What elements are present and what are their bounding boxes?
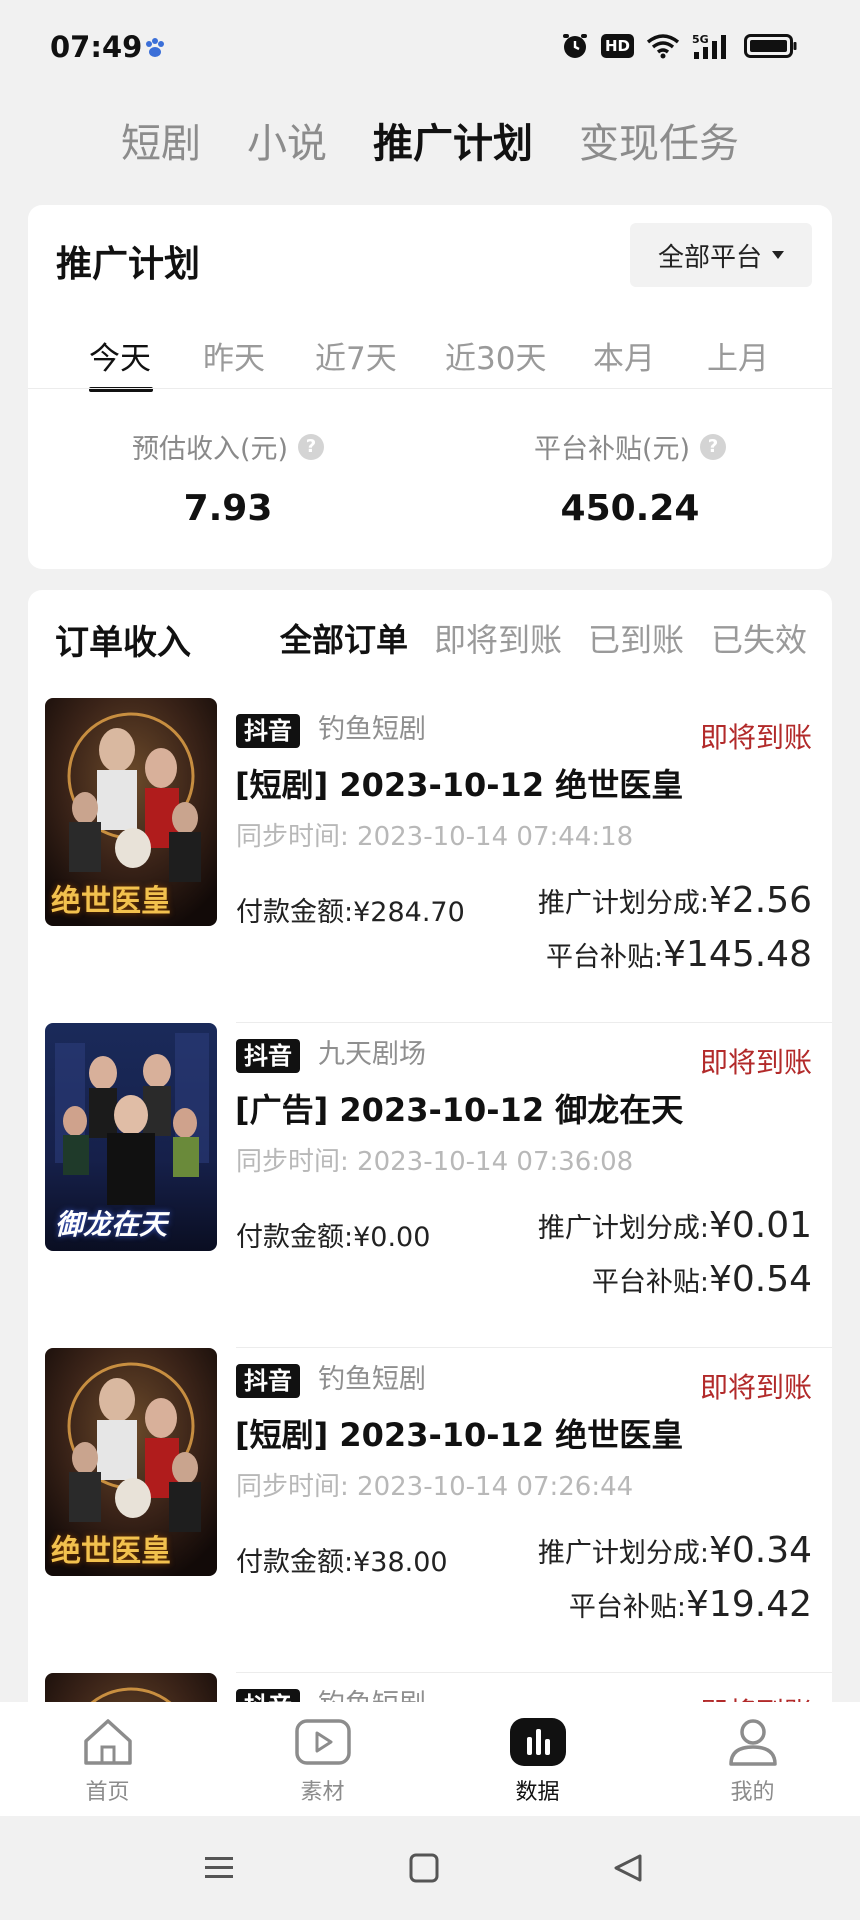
sync-time: 同步时间: 2023-10-14 07:36:08 bbox=[236, 1147, 634, 1177]
filter-tab-received[interactable]: 已到账 bbox=[588, 615, 684, 661]
poster-title: 绝世医皇 bbox=[51, 884, 171, 919]
plan-share: 推广计划分成:¥2.56 bbox=[537, 880, 812, 921]
sync-time: 同步时间: 2023-10-14 07:44:18 bbox=[236, 822, 634, 852]
play-icon bbox=[294, 1716, 352, 1768]
date-tab-7days[interactable]: 近7天 bbox=[315, 333, 397, 378]
filter-tab-pending[interactable]: 即将到账 bbox=[434, 615, 562, 661]
platform-subsidy: 平台补贴:¥0.54 bbox=[591, 1259, 812, 1300]
bottom-nav: 首页 素材 数据 我的 bbox=[0, 1702, 860, 1816]
platform-badge: 抖音 bbox=[236, 1364, 300, 1398]
pay-amount: 付款金额:¥0.00 bbox=[236, 1222, 431, 1253]
status-time: 07:49 bbox=[50, 30, 143, 64]
platform-subsidy-label: 平台补贴(元) bbox=[533, 434, 691, 465]
tab-monetize-task[interactable]: 变现任务 bbox=[579, 111, 739, 169]
order-title: [短剧] 2023-10-12 绝世医皇 bbox=[235, 1416, 684, 1454]
caret-down-icon bbox=[772, 251, 784, 259]
nav-home[interactable]: 首页 bbox=[0, 1702, 215, 1816]
nav-label: 素材 bbox=[300, 1780, 345, 1805]
date-tab-yesterday[interactable]: 昨天 bbox=[203, 333, 265, 378]
estimated-income-metric: 预估收入(元) ? 7.93 bbox=[68, 427, 388, 529]
order-item[interactable]: 绝世医皇 抖音 钓鱼短剧 即将到账 [短剧] 2023-10-12 绝世医皇 同… bbox=[28, 1348, 832, 1673]
nav-material[interactable]: 素材 bbox=[215, 1702, 430, 1816]
filter-tab-all[interactable]: 全部订单 bbox=[280, 615, 408, 661]
nav-label: 数据 bbox=[515, 1780, 560, 1805]
tab-novel[interactable]: 小说 bbox=[247, 111, 327, 169]
nav-label: 首页 bbox=[85, 1780, 130, 1805]
system-nav bbox=[0, 1816, 860, 1920]
platform-subsidy: 平台补贴:¥19.42 bbox=[568, 1584, 812, 1625]
plan-card-title: 推广计划 bbox=[56, 244, 201, 285]
home-icon bbox=[79, 1716, 137, 1768]
estimated-income-label: 预估收入(元) bbox=[131, 434, 289, 465]
date-tab-today[interactable]: 今天 bbox=[89, 333, 151, 378]
5g-signal-icon: 5G bbox=[692, 33, 726, 59]
orders-card: 订单收入 全部订单 即将到账 已到账 已失效 绝世医皇 抖音 钓鱼短剧 即将到账… bbox=[28, 590, 832, 1790]
help-icon[interactable]: ? bbox=[700, 433, 727, 460]
order-item[interactable]: 御龙在天 抖音 九天剧场 即将到账 [广告] 2023-10-12 御龙在天 同… bbox=[28, 1023, 832, 1348]
platform-subsidy-metric: 平台补贴(元) ? 450.24 bbox=[470, 427, 790, 529]
nav-mine[interactable]: 我的 bbox=[645, 1702, 860, 1816]
poster-title: 绝世医皇 bbox=[51, 1534, 171, 1569]
source-name: 钓鱼短剧 bbox=[318, 714, 426, 745]
source-name: 钓鱼短剧 bbox=[318, 1364, 426, 1395]
platform-select[interactable]: 全部平台 bbox=[630, 223, 812, 287]
order-title: [短剧] 2023-10-12 绝世医皇 bbox=[235, 766, 684, 804]
pay-amount: 付款金额:¥38.00 bbox=[236, 1547, 448, 1578]
order-item[interactable]: 绝世医皇 抖音 钓鱼短剧 即将到账 [短剧] 2023-10-12 绝世医皇 同… bbox=[28, 698, 832, 1023]
nav-data[interactable]: 数据 bbox=[430, 1702, 645, 1816]
sync-time: 同步时间: 2023-10-14 07:26:44 bbox=[236, 1472, 634, 1502]
tab-promotion-plan[interactable]: 推广计划 bbox=[373, 111, 533, 169]
status-icons: HD 5G bbox=[561, 32, 798, 60]
battery-icon bbox=[744, 34, 797, 58]
date-tab-last-month[interactable]: 上月 bbox=[707, 333, 769, 378]
paw-icon bbox=[146, 38, 164, 57]
menu-icon[interactable] bbox=[203, 1852, 235, 1884]
date-tab-this-month[interactable]: 本月 bbox=[593, 333, 655, 378]
hd-icon: HD bbox=[600, 34, 634, 58]
back-icon[interactable] bbox=[612, 1852, 644, 1884]
divider bbox=[28, 388, 832, 389]
svg-text:5G: 5G bbox=[692, 33, 709, 46]
user-icon bbox=[724, 1716, 782, 1768]
filter-tab-expired[interactable]: 已失效 bbox=[711, 615, 807, 661]
home-square-icon[interactable] bbox=[408, 1852, 440, 1884]
plan-card: 推广计划 全部平台 今天 昨天 近7天 近30天 本月 上月 预估收入(元) ?… bbox=[28, 205, 832, 569]
plan-share: 推广计划分成:¥0.01 bbox=[537, 1205, 812, 1246]
order-status: 即将到账 bbox=[699, 1046, 812, 1079]
wifi-icon bbox=[646, 34, 680, 59]
nav-label: 我的 bbox=[730, 1780, 775, 1805]
drama-poster[interactable]: 绝世医皇 bbox=[45, 698, 217, 926]
estimated-income-value: 7.93 bbox=[183, 488, 273, 529]
platform-badge: 抖音 bbox=[236, 714, 300, 748]
alarm-icon bbox=[562, 34, 587, 58]
plan-share: 推广计划分成:¥0.34 bbox=[537, 1530, 812, 1571]
platform-subsidy-value: 450.24 bbox=[560, 488, 700, 529]
order-status: 即将到账 bbox=[699, 721, 812, 754]
drama-poster[interactable]: 御龙在天 bbox=[45, 1023, 217, 1251]
order-status: 即将到账 bbox=[699, 1371, 812, 1404]
poster-title: 御龙在天 bbox=[55, 1208, 168, 1241]
date-tabs: 今天 昨天 近7天 近30天 本月 上月 bbox=[28, 325, 832, 397]
status-bar: 07:49 HD 5G bbox=[0, 0, 860, 100]
tab-short-drama[interactable]: 短剧 bbox=[121, 111, 201, 169]
pay-amount: 付款金额:¥284.70 bbox=[236, 897, 465, 928]
date-tab-30days[interactable]: 近30天 bbox=[445, 333, 546, 378]
platform-select-label: 全部平台 bbox=[657, 242, 762, 273]
orders-title: 订单收入 bbox=[55, 623, 191, 663]
platform-badge: 抖音 bbox=[236, 1039, 300, 1073]
source-name: 九天剧场 bbox=[318, 1039, 426, 1070]
drama-poster[interactable]: 绝世医皇 bbox=[45, 1348, 217, 1576]
top-tabs: 短剧 小说 推广计划 变现任务 bbox=[0, 100, 860, 180]
help-icon[interactable]: ? bbox=[298, 433, 325, 460]
platform-subsidy: 平台补贴:¥145.48 bbox=[546, 934, 812, 975]
order-title: [广告] 2023-10-12 御龙在天 bbox=[235, 1091, 684, 1129]
bar-chart-icon bbox=[509, 1716, 567, 1768]
